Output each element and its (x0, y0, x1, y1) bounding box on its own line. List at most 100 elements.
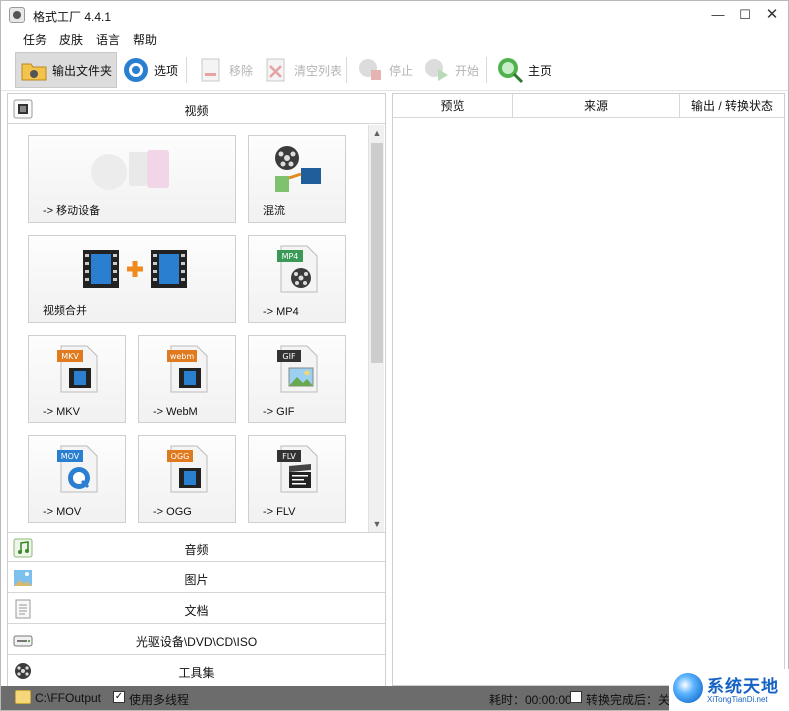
category-document[interactable]: 文档 (8, 594, 385, 624)
svg-text:GIF: GIF (282, 352, 296, 361)
output-folder-button[interactable]: 输出文件夹 (15, 52, 118, 88)
tile-label: -> MOV (43, 506, 82, 518)
watermark-subtitle: XiTongTianDi.net (707, 695, 768, 704)
webm-file-icon: webm (167, 344, 211, 397)
folder-icon (20, 56, 48, 84)
video-join-icon (83, 248, 187, 293)
scroll-down-arrow-icon[interactable]: ▼ (369, 516, 385, 532)
remove-button[interactable]: 移除 (192, 52, 258, 88)
maximize-button[interactable]: ☐ (732, 1, 758, 29)
tile-webm[interactable]: webm -> WebM (138, 335, 236, 423)
tile-video-join[interactable]: 视频合并 (28, 235, 236, 323)
tile-label: -> FLV (263, 506, 296, 518)
window-title: 格式工厂 4.4.1 (33, 10, 112, 24)
svg-text:MOV: MOV (61, 452, 80, 461)
toolbar: 输出文件夹 选项 移除 清空列表 停止 开始 主页 (1, 49, 788, 91)
svg-text:FLV: FLV (282, 452, 296, 461)
mp4-file-icon: MP4 (277, 244, 321, 297)
scrollbar-thumb[interactable] (371, 143, 383, 363)
start-button[interactable]: 开始 (418, 52, 484, 88)
toolbar-separator (486, 57, 487, 83)
tile-mov[interactable]: MOV -> MOV (28, 435, 126, 523)
toolbar-separator (186, 57, 187, 83)
multithread-label: 使用多线程 (129, 693, 190, 707)
category-toolbox[interactable]: 工具集 (8, 656, 385, 686)
clear-list-icon (262, 56, 290, 84)
tile-label: -> OGG (153, 506, 192, 518)
minimize-button[interactable]: — (705, 1, 731, 29)
category-picture[interactable]: 图片 (8, 563, 385, 593)
gif-file-icon: GIF (277, 344, 321, 397)
ogg-file-icon: OGG (167, 444, 211, 497)
tile-label: -> WebM (153, 406, 198, 418)
home-label: 主页 (528, 63, 553, 78)
category-audio[interactable]: 音频 (8, 532, 385, 562)
watermark-logo-icon (673, 673, 703, 703)
svg-text:MKV: MKV (61, 352, 79, 361)
watermark-title: 系统天地 (707, 677, 779, 696)
stop-icon (357, 56, 385, 84)
tile-mkv[interactable]: MKV -> MKV (28, 335, 126, 423)
category-optical-drive-label: 光驱设备\DVD\CD\ISO (135, 635, 258, 649)
home-button[interactable]: 主页 (491, 52, 557, 88)
tile-label: 混流 (263, 205, 285, 217)
tile-gif[interactable]: GIF -> GIF (248, 335, 346, 423)
tile-label: -> GIF (263, 406, 295, 418)
menu-bar: 任务 皮肤 语言 帮助 (1, 29, 788, 49)
clear-list-button[interactable]: 清空列表 (257, 52, 347, 88)
start-icon (423, 56, 451, 84)
mov-file-icon: MOV (57, 444, 101, 497)
folder-icon[interactable] (15, 690, 31, 704)
multithread-checkbox[interactable]: ✓ (113, 691, 125, 703)
elapsed-time: 耗时：00:00:00 (489, 693, 572, 707)
column-header-source[interactable]: 来源 (513, 94, 680, 118)
menu-help[interactable]: 帮助 (131, 31, 159, 48)
close-button[interactable]: ✕ (759, 1, 785, 29)
tile-mp4[interactable]: MP4 -> MP4 (248, 235, 346, 323)
tile-mux[interactable]: 混流 (248, 135, 346, 223)
clear-list-label: 清空列表 (294, 63, 343, 78)
menu-task[interactable]: 任务 (21, 31, 49, 48)
output-folder-label: 输出文件夹 (52, 63, 113, 78)
mkv-file-icon: MKV (57, 344, 101, 397)
tile-ogg[interactable]: OGG -> OGG (138, 435, 236, 523)
output-path[interactable]: C:\FFOutput (35, 691, 101, 705)
menu-language[interactable]: 语言 (94, 31, 122, 48)
mux-icon (273, 144, 323, 197)
tile-label: -> MP4 (263, 306, 299, 318)
tile-label: -> 移动设备 (43, 205, 101, 217)
watermark: 系统天地 XiTongTianDi.net (669, 669, 789, 711)
remove-label: 移除 (229, 63, 254, 78)
app-window: 格式工厂 4.4.1 — ☐ ✕ 任务 皮肤 语言 帮助 输出文件夹 选项 移除… (0, 0, 789, 711)
app-logo-icon (9, 7, 25, 23)
scroll-up-arrow-icon[interactable]: ▲ (369, 125, 385, 141)
start-label: 开始 (455, 63, 480, 78)
category-video-label: 视频 (184, 104, 209, 118)
svg-text:OGG: OGG (171, 452, 190, 461)
tile-label: -> MKV (43, 406, 80, 418)
tile-flv[interactable]: FLV -> FLV (248, 435, 346, 523)
options-icon (122, 56, 150, 84)
toolbar-separator (346, 57, 347, 83)
tile-mobile-device[interactable]: -> 移动设备 (28, 135, 236, 223)
title-bar: 格式工厂 4.4.1 — ☐ ✕ (1, 1, 788, 29)
options-label: 选项 (154, 63, 179, 78)
category-optical-drive[interactable]: 光驱设备\DVD\CD\ISO (8, 625, 385, 655)
category-document-label: 文档 (184, 604, 209, 618)
svg-text:webm: webm (170, 352, 195, 361)
column-header-output-status[interactable]: 输出 / 转换状态 (680, 94, 784, 118)
tiles-scrollbar[interactable]: ▲ ▼ (368, 125, 384, 532)
stop-button[interactable]: 停止 (352, 52, 418, 88)
category-picture-label: 图片 (184, 573, 209, 587)
category-video[interactable]: 视频 (8, 94, 385, 124)
tile-label: 视频合并 (43, 305, 87, 317)
after-convert-label: 转换完成后：关闭 (586, 693, 683, 707)
menu-skin[interactable]: 皮肤 (57, 31, 85, 48)
column-header-preview[interactable]: 预览 (393, 94, 513, 118)
video-tiles-grid: -> 移动设备 混流 视频合并 MP4 -> MP4 MKV -> MKV we… (8, 125, 385, 525)
svg-text:MP4: MP4 (282, 252, 299, 261)
category-audio-label: 音频 (184, 543, 209, 557)
stop-label: 停止 (389, 63, 414, 78)
after-convert-checkbox[interactable] (570, 691, 582, 703)
options-button[interactable]: 选项 (117, 52, 183, 88)
